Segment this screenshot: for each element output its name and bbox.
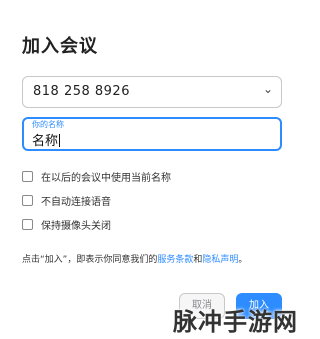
- camera-off-checkbox[interactable]: [22, 218, 33, 230]
- dialog-title: 加入会议: [22, 36, 98, 57]
- option-no-audio[interactable]: 不自动连接语音: [22, 192, 111, 208]
- remember-name-checkbox[interactable]: [22, 170, 33, 182]
- no-audio-checkbox[interactable]: [22, 194, 33, 206]
- join-meeting-dialog: 加入会议 818 258 8926 ⌄ 你的名称 名称 在以后的会议中使用当前名…: [0, 0, 304, 339]
- name-field-label: 你的名称: [32, 120, 64, 129]
- remember-name-label[interactable]: 在以后的会议中使用当前名称: [41, 169, 171, 184]
- name-field-value-wrap[interactable]: 名称: [32, 130, 61, 149]
- terms-disclaimer: 点击“加入”，即表示你同意我们的服务条款和隐私声明。: [22, 252, 247, 265]
- option-camera-off[interactable]: 保持摄像头关闭: [22, 216, 111, 232]
- disclaimer-conjunction: 和: [193, 255, 203, 265]
- name-field[interactable]: 你的名称 名称: [22, 117, 282, 151]
- terms-of-service-link[interactable]: 服务条款: [157, 255, 193, 265]
- meeting-id-select[interactable]: 818 258 8926 ⌄: [22, 76, 282, 108]
- camera-off-label[interactable]: 保持摄像头关闭: [41, 217, 111, 232]
- option-remember-name[interactable]: 在以后的会议中使用当前名称: [22, 168, 171, 184]
- name-field-value[interactable]: 名称: [32, 134, 58, 149]
- privacy-statement-link[interactable]: 隐私声明: [202, 255, 238, 265]
- no-audio-label[interactable]: 不自动连接语音: [41, 193, 111, 208]
- site-watermark: 脉冲手游网: [173, 307, 298, 336]
- chevron-down-icon[interactable]: ⌄: [263, 82, 273, 96]
- text-caret: [59, 134, 61, 147]
- meeting-id-value: 818 258 8926: [33, 84, 130, 99]
- disclaimer-suffix: 。: [238, 255, 248, 265]
- disclaimer-prefix: 点击“加入”，即表示你同意我们的: [22, 255, 158, 265]
